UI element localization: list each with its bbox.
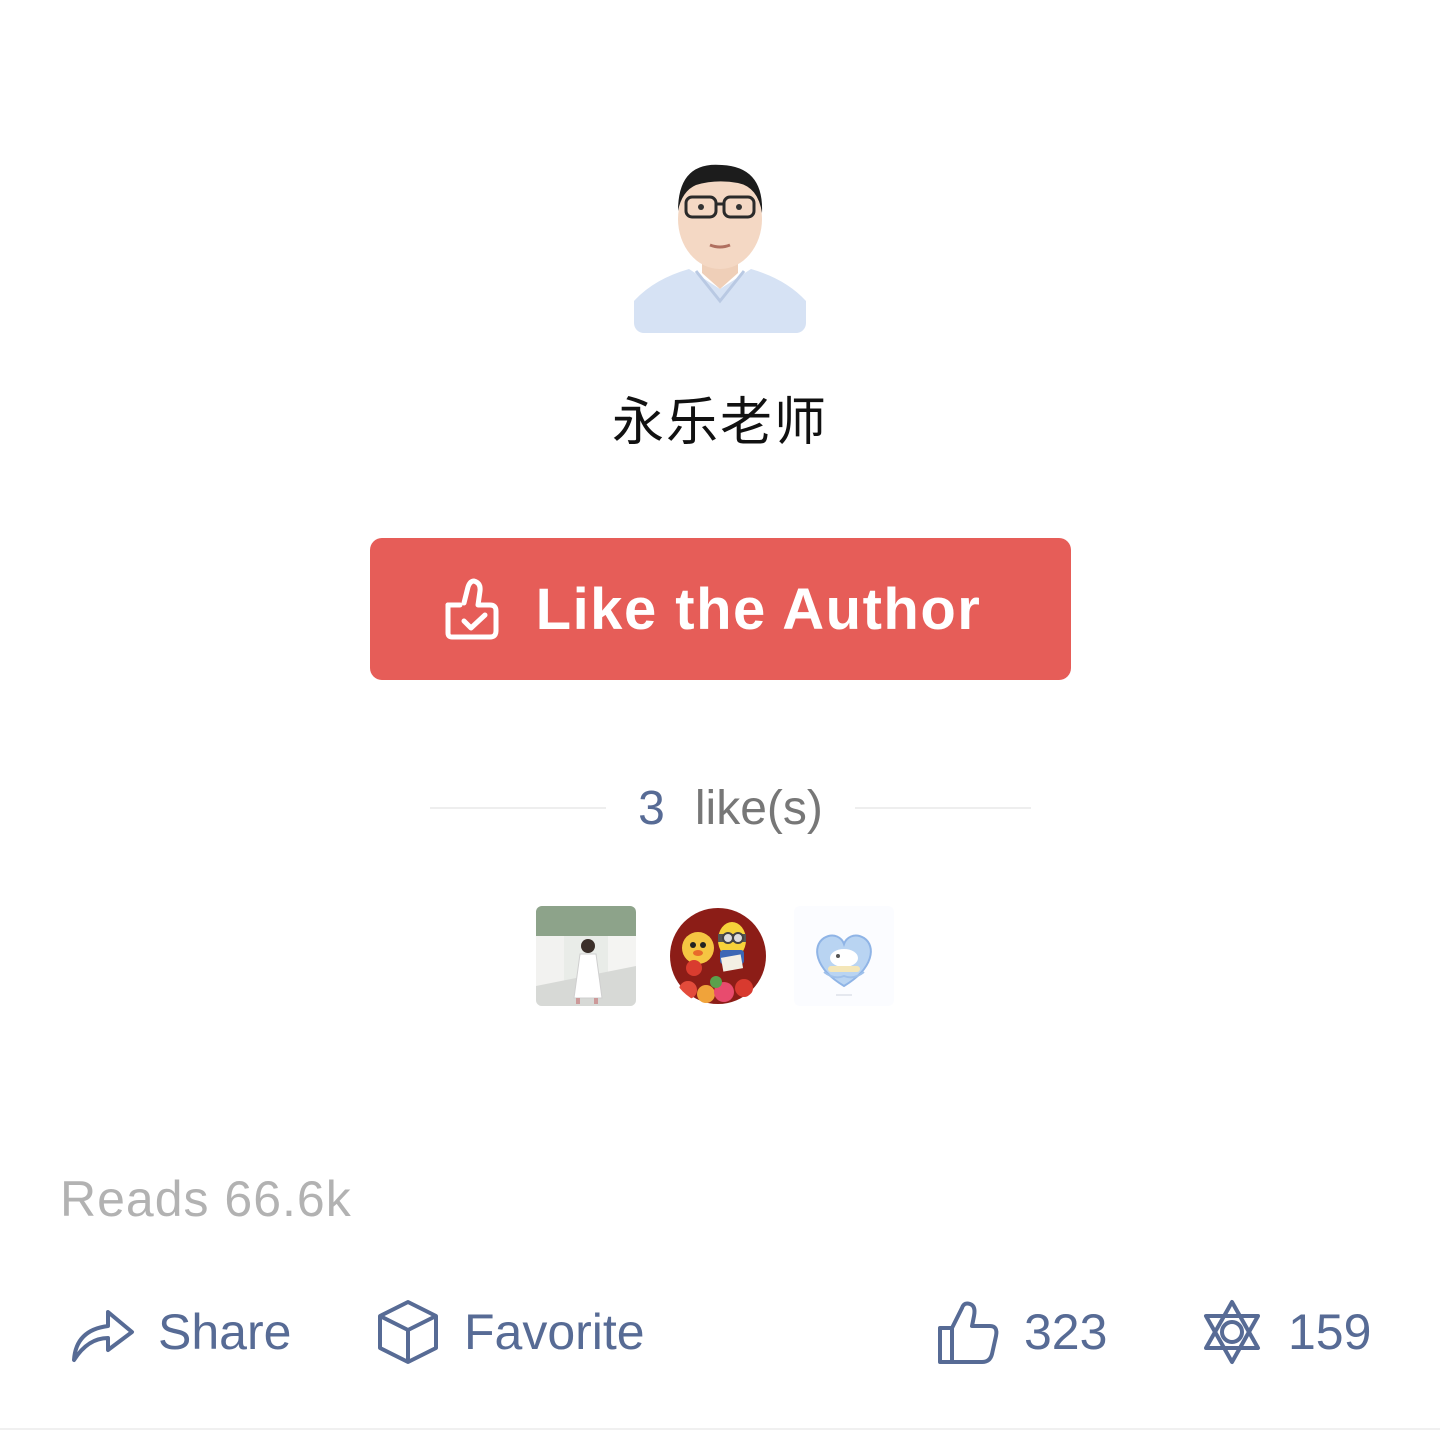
author-portrait-image: [634, 161, 806, 333]
like-button[interactable]: 323: [934, 1290, 1107, 1374]
bottom-divider: [0, 1428, 1440, 1430]
divider-right: [854, 807, 1032, 809]
liker-avatar-heart-icon: [794, 906, 894, 1006]
share-icon: [72, 1310, 134, 1362]
liker-avatar[interactable]: [536, 906, 636, 1006]
liker-avatar[interactable]: [794, 906, 894, 1006]
liker-avatar[interactable]: [668, 906, 768, 1006]
favorite-button[interactable]: Favorite: [374, 1290, 645, 1374]
likes-count-row: 3 like(s): [430, 776, 1032, 840]
like-author-label: Like the Author: [535, 576, 982, 642]
thumbs-up-icon: [938, 1301, 999, 1364]
author-avatar[interactable]: [634, 161, 806, 333]
reads-count: Reads 66.6k: [60, 1171, 352, 1227]
share-button[interactable]: Share: [68, 1290, 291, 1374]
thumbs-up-check-icon: [445, 578, 499, 640]
cube-icon: [378, 1300, 438, 1364]
liker-avatar-photo-icon: [536, 906, 636, 1006]
like-author-button[interactable]: Like the Author: [370, 538, 1071, 680]
author-name: 永乐老师: [611, 393, 828, 453]
favorite-label: Favorite: [464, 1304, 645, 1360]
share-label: Share: [158, 1304, 292, 1360]
wow-button[interactable]: 159: [1198, 1290, 1371, 1374]
star-of-david-icon: [1204, 1300, 1260, 1364]
wow-count: 159: [1288, 1304, 1372, 1360]
liker-avatar-cartoon-icon: [670, 908, 766, 1004]
article-footer: 永乐老师 Like the Author 3 like(s) Reads 66.…: [0, 0, 1440, 1431]
likes-count-text[interactable]: 3 like(s): [606, 781, 855, 836]
like-count: 323: [1024, 1304, 1108, 1360]
divider-left: [430, 807, 607, 809]
likes-count: 3: [638, 781, 665, 835]
likes-suffix: like(s): [694, 781, 823, 835]
